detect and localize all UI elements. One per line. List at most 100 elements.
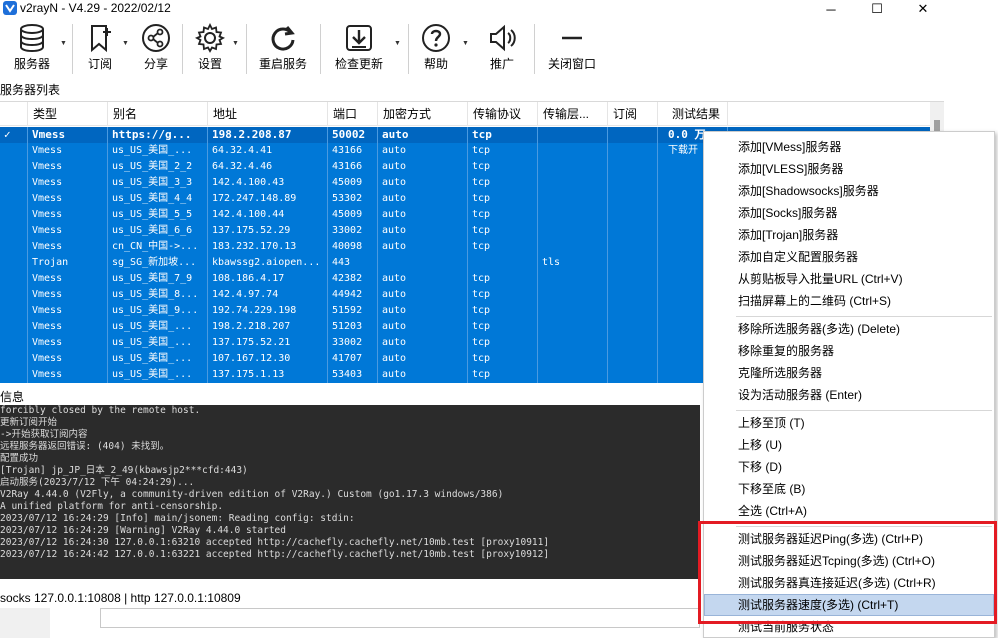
subscribe-button[interactable]: 订阅 bbox=[80, 22, 120, 76]
cell-subscription bbox=[608, 191, 658, 207]
log-line: 更新订阅开始 bbox=[0, 417, 58, 428]
cell-port: 41707 bbox=[328, 351, 378, 367]
close-button[interactable]: ✕ bbox=[900, 0, 946, 18]
subscribe-dropdown-icon[interactable]: ▼ bbox=[122, 40, 129, 47]
minimize-button[interactable]: ─ bbox=[808, 0, 854, 18]
cell-subscription bbox=[608, 239, 658, 255]
servers-dropdown-icon[interactable]: ▼ bbox=[60, 40, 67, 47]
column-header-network[interactable]: 传输协议 bbox=[468, 102, 538, 126]
menu-item-clone-selected[interactable]: 克隆所选服务器 bbox=[704, 362, 994, 384]
cell-encryption: auto bbox=[378, 175, 468, 191]
cell-encryption: auto bbox=[378, 207, 468, 223]
column-header-type[interactable]: 类型 bbox=[28, 102, 108, 126]
restart-service-button[interactable]: 重启服务 bbox=[256, 22, 310, 76]
subscribe-label: 订阅 bbox=[87, 57, 112, 71]
log-line: 配置成功 bbox=[0, 453, 39, 464]
cell-alias: us_US_美国_6_6 bbox=[108, 223, 208, 239]
log-line: 2023/07/12 16:24:30 127.0.0.1:63210 acce… bbox=[0, 537, 550, 548]
cell-encryption: auto bbox=[378, 239, 468, 255]
column-header-port[interactable]: 端口 bbox=[328, 102, 378, 126]
log-line: 2023/07/12 16:24:42 127.0.0.1:63221 acce… bbox=[0, 549, 550, 560]
menu-item-move-bottom[interactable]: 下移至底 (B) bbox=[704, 478, 994, 500]
cell-subscription bbox=[608, 127, 658, 143]
check-update-button[interactable]: 检查更新 bbox=[332, 22, 386, 76]
cell-encryption: auto bbox=[378, 223, 468, 239]
maximize-icon: ☐ bbox=[871, 1, 883, 16]
menu-item-import-clipboard[interactable]: 从剪贴板导入批量URL (Ctrl+V) bbox=[704, 268, 994, 290]
menu-item-add-socks[interactable]: 添加[Socks]服务器 bbox=[704, 202, 994, 224]
cell-type: Vmess bbox=[28, 303, 108, 319]
close-window-label: 关闭窗口 bbox=[547, 57, 596, 71]
servers-button[interactable]: 服务器 bbox=[10, 22, 54, 76]
cell-check bbox=[0, 239, 28, 255]
help-dropdown-icon[interactable]: ▼ bbox=[462, 40, 469, 47]
cell-type: Vmess bbox=[28, 287, 108, 303]
cell-network: tcp bbox=[468, 287, 538, 303]
column-header-stream-security[interactable]: 传输层... bbox=[538, 102, 608, 126]
cell-network: tcp bbox=[468, 319, 538, 335]
promote-button[interactable]: 推广 bbox=[482, 22, 522, 76]
cell-subscription bbox=[608, 255, 658, 271]
cell-type: Vmess bbox=[28, 127, 108, 143]
cell-encryption: auto bbox=[378, 319, 468, 335]
cell-address: 172.247.148.89 bbox=[208, 191, 328, 207]
settings-button[interactable]: 设置 bbox=[190, 22, 230, 76]
close-icon: ✕ bbox=[917, 1, 929, 16]
gear-icon bbox=[194, 22, 226, 53]
check-icon: ✓ bbox=[0, 127, 28, 143]
check-update-dropdown-icon[interactable]: ▼ bbox=[394, 40, 401, 47]
column-header-encryption[interactable]: 加密方式 bbox=[378, 102, 468, 126]
cell-encryption: auto bbox=[378, 191, 468, 207]
bottom-input-box[interactable] bbox=[100, 608, 700, 628]
log-line: forcibly closed by the remote host. bbox=[0, 405, 201, 416]
cell-type: Vmess bbox=[28, 159, 108, 175]
cell-address: 192.74.229.198 bbox=[208, 303, 328, 319]
menu-item-select-all[interactable]: 全选 (Ctrl+A) bbox=[704, 500, 994, 522]
cell-check bbox=[0, 351, 28, 367]
menu-item-remove-selected[interactable]: 移除所选服务器(多选) (Delete) bbox=[704, 318, 994, 340]
menu-item-add-shadowsocks[interactable]: 添加[Shadowsocks]服务器 bbox=[704, 180, 994, 202]
cell-check bbox=[0, 319, 28, 335]
title-bar: v2rayN - V4.29 - 2022/02/12 ─ ☐ ✕ bbox=[0, 0, 998, 18]
menu-item-remove-duplicate[interactable]: 移除重复的服务器 bbox=[704, 340, 994, 362]
cell-subscription bbox=[608, 335, 658, 351]
cell-address: 137.175.52.29 bbox=[208, 223, 328, 239]
column-header-address[interactable]: 地址 bbox=[208, 102, 328, 126]
minimize-icon: ─ bbox=[826, 1, 836, 17]
cell-alias: us_US_美国_... bbox=[108, 367, 208, 383]
window-title: v2rayN - V4.29 - 2022/02/12 bbox=[20, 1, 171, 15]
menu-item-move-down[interactable]: 下移 (D) bbox=[704, 456, 994, 478]
help-button[interactable]: 帮助 bbox=[416, 22, 456, 76]
menu-item-move-up[interactable]: 上移 (U) bbox=[704, 434, 994, 456]
close-window-button[interactable]: 关闭窗口 bbox=[544, 22, 600, 76]
column-header-subscription[interactable]: 订阅 bbox=[608, 102, 658, 126]
menu-item-set-active[interactable]: 设为活动服务器 (Enter) bbox=[704, 384, 994, 406]
cell-network: tcp bbox=[468, 367, 538, 383]
menu-item-move-top[interactable]: 上移至顶 (T) bbox=[704, 412, 994, 434]
cell-network: tcp bbox=[468, 303, 538, 319]
column-header-check[interactable] bbox=[0, 102, 28, 126]
refresh-icon bbox=[271, 26, 295, 51]
cell-subscription bbox=[608, 159, 658, 175]
menu-item-add-trojan[interactable]: 添加[Trojan]服务器 bbox=[704, 224, 994, 246]
log-output[interactable]: forcibly closed by the remote host. 更新订阅开… bbox=[0, 405, 700, 579]
cell-stream-security bbox=[538, 335, 608, 351]
cell-alias: us_US_美国_7_9 bbox=[108, 271, 208, 287]
share-button[interactable]: 分享 bbox=[136, 22, 176, 76]
cell-stream-security bbox=[538, 319, 608, 335]
menu-item-scan-qr[interactable]: 扫描屏幕上的二维码 (Ctrl+S) bbox=[704, 290, 994, 312]
toolbar: 服务器 ▼ 订阅 ▼ 分享 设置 ▼ 重启服务 检查更新 ▼ 帮助 ▼ 推广 关… bbox=[0, 18, 998, 80]
menu-item-add-custom[interactable]: 添加自定义配置服务器 bbox=[704, 246, 994, 268]
cell-subscription bbox=[608, 351, 658, 367]
menu-item-add-vmess[interactable]: 添加[VMess]服务器 bbox=[704, 136, 994, 158]
cell-address: 64.32.4.41 bbox=[208, 143, 328, 159]
cell-alias: us_US_美国_... bbox=[108, 143, 208, 159]
settings-dropdown-icon[interactable]: ▼ bbox=[232, 40, 239, 47]
column-header-test-result[interactable]: 测试结果 bbox=[658, 102, 728, 126]
menu-item-add-vless[interactable]: 添加[VLESS]服务器 bbox=[704, 158, 994, 180]
cell-type: Vmess bbox=[28, 223, 108, 239]
cell-encryption: auto bbox=[378, 351, 468, 367]
cell-type: Vmess bbox=[28, 207, 108, 223]
maximize-button[interactable]: ☐ bbox=[854, 0, 900, 18]
column-header-alias[interactable]: 别名 bbox=[108, 102, 208, 126]
